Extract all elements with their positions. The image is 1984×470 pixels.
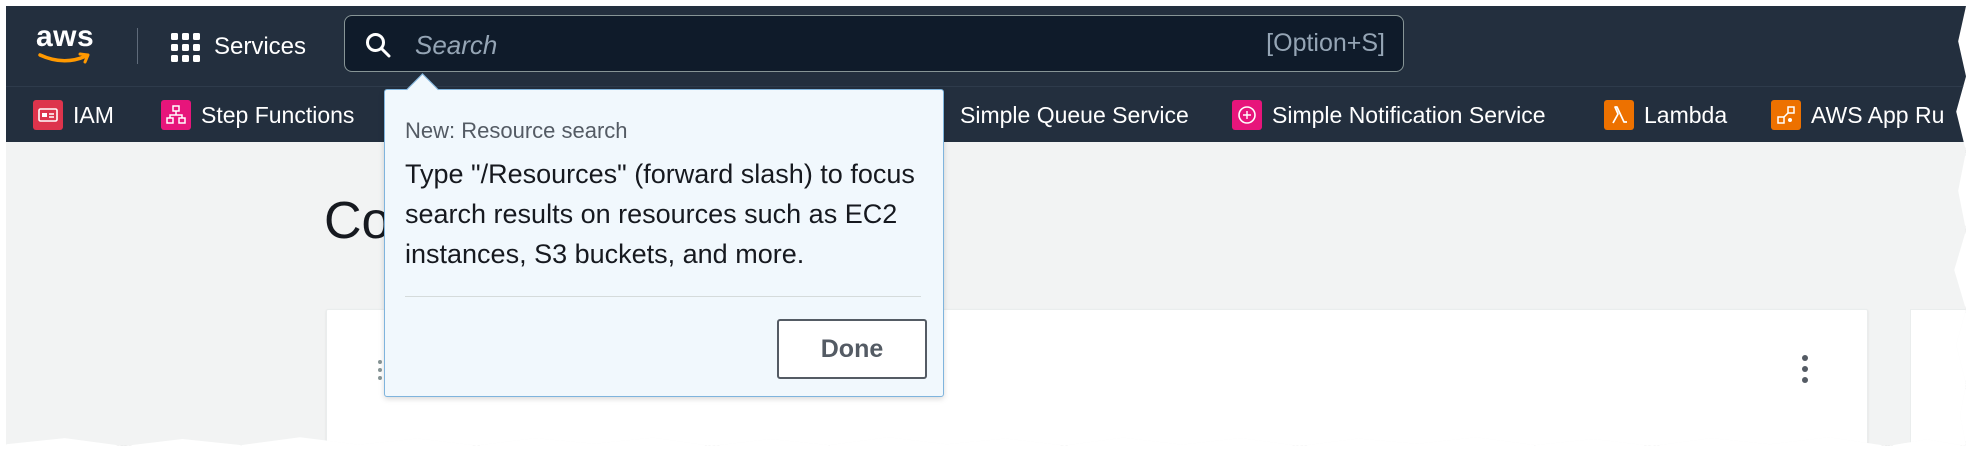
nav-divider bbox=[137, 28, 138, 64]
favorite-label: AWS App Ru bbox=[1811, 101, 1945, 128]
aws-logo-text: aws bbox=[36, 20, 95, 53]
search-bar[interactable]: [Option+S] bbox=[344, 15, 1404, 72]
top-navigation: aws Services [Option+S] bbox=[6, 6, 1966, 86]
dashboard-widget-secondary bbox=[1910, 309, 1966, 446]
aws-logo[interactable]: aws bbox=[36, 22, 98, 70]
search-icon bbox=[366, 33, 391, 58]
aws-smile-icon bbox=[38, 52, 90, 64]
lambda-icon bbox=[1604, 100, 1634, 130]
favorite-label: IAM bbox=[73, 101, 114, 128]
favorite-aws-app-runner[interactable]: AWS App Ru bbox=[1771, 99, 1944, 131]
resource-search-popover: New: Resource search Type "/Resources" (… bbox=[384, 73, 944, 397]
page-title: Co bbox=[324, 192, 391, 250]
favorite-step-functions[interactable]: Step Functions bbox=[161, 99, 354, 131]
popover-body: Type "/Resources" (forward slash) to foc… bbox=[405, 159, 915, 269]
favorite-simple-notification-service[interactable]: Simple Notification Service bbox=[1232, 99, 1546, 131]
grid-icon bbox=[171, 32, 200, 62]
search-shortcut-hint: [Option+S] bbox=[1266, 29, 1385, 57]
iam-icon bbox=[33, 100, 63, 130]
favorite-lambda[interactable]: Lambda bbox=[1604, 99, 1727, 131]
favorite-iam[interactable]: IAM bbox=[33, 99, 114, 131]
services-menu-button[interactable]: Services bbox=[171, 30, 306, 64]
popover-header: New: Resource search bbox=[405, 118, 628, 143]
favorite-label: Simple Queue Service bbox=[960, 101, 1189, 128]
app-runner-icon bbox=[1771, 100, 1801, 130]
done-button[interactable]: Done bbox=[777, 319, 927, 379]
console-window: aws Services [Option+S] bbox=[6, 6, 1966, 446]
search-input[interactable] bbox=[413, 26, 1177, 64]
favorites-bar: IAM Step Functions Simple Queue Service … bbox=[6, 86, 1966, 142]
sns-icon bbox=[1232, 100, 1262, 130]
services-label: Services bbox=[214, 33, 307, 60]
favorite-label: Lambda bbox=[1644, 101, 1728, 128]
popover-divider bbox=[405, 296, 921, 297]
favorite-label: Simple Notification Service bbox=[1272, 101, 1546, 128]
widget-actions-menu-icon[interactable] bbox=[1802, 355, 1808, 383]
favorite-label: Step Functions bbox=[201, 101, 355, 128]
step-functions-icon bbox=[161, 100, 191, 130]
favorite-simple-queue-service[interactable]: Simple Queue Service bbox=[960, 99, 1189, 131]
